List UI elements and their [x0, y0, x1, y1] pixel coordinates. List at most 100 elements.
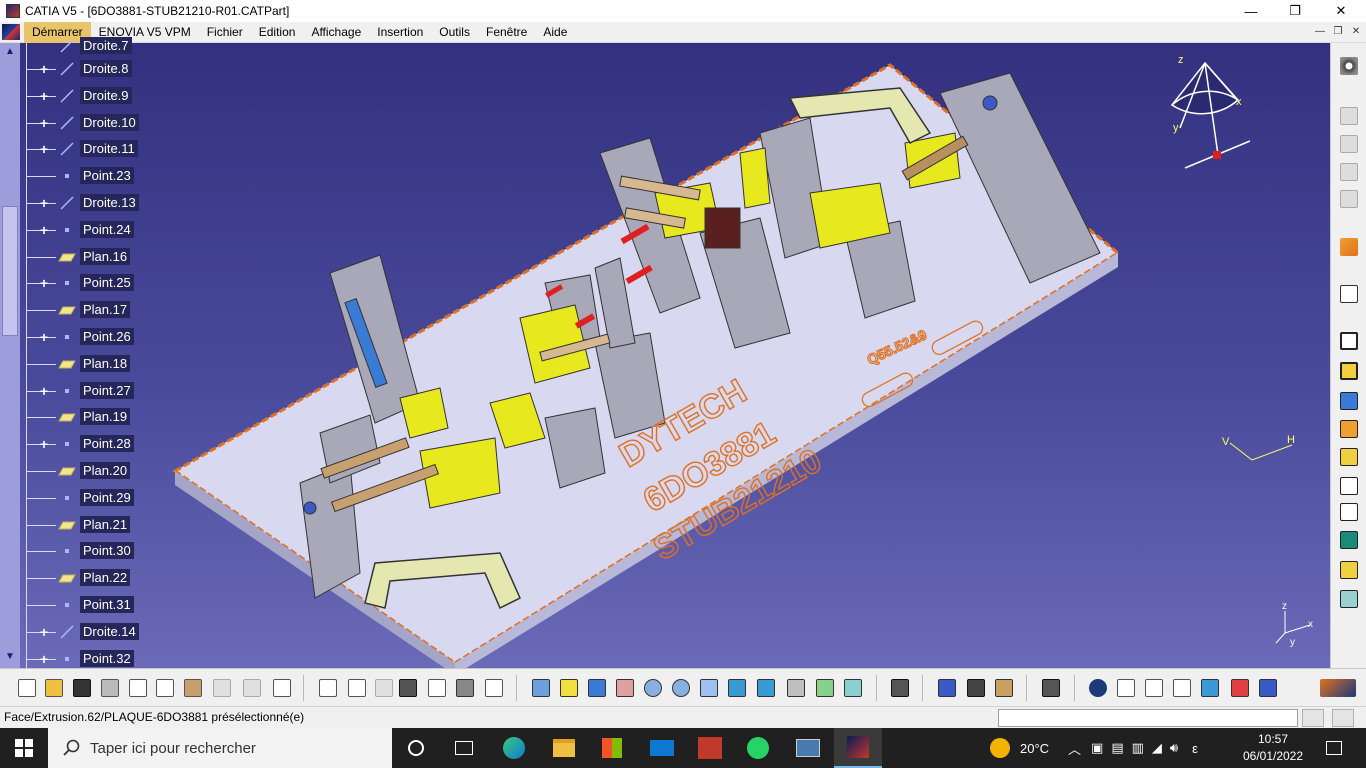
boolean-icon[interactable] [1337, 588, 1361, 610]
view-icon[interactable] [1337, 161, 1361, 183]
task-view-icon[interactable] [440, 728, 488, 768]
tray-app-icon[interactable]: ▤ [1111, 740, 1123, 756]
volume-icon[interactable]: 🔊︎ [1170, 740, 1178, 756]
zoom-out-icon[interactable] [669, 677, 693, 699]
menu-edition[interactable]: Edition [251, 22, 304, 43]
open-folder-icon[interactable] [42, 677, 66, 699]
scroll-down-arrow-icon[interactable]: ▼ [3, 651, 17, 663]
lock-icon[interactable] [453, 677, 477, 699]
scroll-up-arrow-icon[interactable]: ▲ [3, 46, 17, 58]
measure-item-icon[interactable] [964, 677, 988, 699]
hand-icon[interactable] [1114, 677, 1138, 699]
paste-icon[interactable] [181, 677, 205, 699]
shell-icon[interactable] [1337, 529, 1361, 551]
power-input-button[interactable] [1332, 709, 1354, 727]
menu-affichage[interactable]: Affichage [303, 22, 369, 43]
zoom-in-icon[interactable] [641, 677, 665, 699]
stop-command-button[interactable] [1302, 709, 1324, 727]
select-arrow-icon[interactable] [1337, 236, 1361, 258]
table-icon[interactable] [396, 677, 420, 699]
pocket-icon[interactable] [1337, 360, 1361, 382]
catia-taskbar-icon[interactable] [834, 728, 882, 768]
update-icon[interactable] [888, 677, 912, 699]
help-icon[interactable] [270, 677, 294, 699]
expand-plus-icon[interactable]: + [38, 437, 50, 451]
hole-icon[interactable] [1337, 418, 1361, 440]
menu-aide[interactable]: Aide [535, 22, 575, 43]
menu-fenetre[interactable]: Fenêtre [478, 22, 535, 43]
expand-plus-icon[interactable]: + [38, 89, 50, 103]
capture-icon[interactable] [1039, 677, 1063, 699]
formula-icon[interactable] [316, 677, 340, 699]
tree-scrollbar[interactable]: ▲ ▼ [0, 43, 20, 668]
expand-plus-icon[interactable]: + [38, 142, 50, 156]
expand-plus-icon[interactable]: + [38, 223, 50, 237]
gear-icon[interactable] [1337, 55, 1361, 77]
minimize-button[interactable]: — [1228, 0, 1274, 22]
tree-icon[interactable] [425, 677, 449, 699]
expand-plus-icon[interactable]: + [38, 62, 50, 76]
solidworks-icon[interactable] [686, 728, 734, 768]
clock[interactable]: 10:57 06/01/2022 [1242, 731, 1304, 765]
taskbar-search[interactable]: Taper ici pour rechercher [48, 728, 392, 768]
new-file-icon[interactable] [15, 677, 39, 699]
windows-start-button[interactable] [0, 728, 48, 768]
undo-icon[interactable] [210, 677, 234, 699]
redo-icon[interactable] [240, 677, 264, 699]
shading-icon[interactable] [784, 677, 808, 699]
shaft-icon[interactable] [1337, 390, 1361, 412]
wifi-icon[interactable]: ◢ [1152, 740, 1162, 756]
expand-plus-icon[interactable]: + [38, 384, 50, 398]
expand-plus-icon[interactable]: + [38, 116, 50, 130]
expand-plus-icon[interactable]: + [38, 625, 50, 639]
catalog-icon[interactable] [1337, 188, 1361, 210]
swap-space-icon[interactable] [841, 677, 865, 699]
print-icon[interactable] [98, 677, 122, 699]
weather-widget[interactable]: 20°C [990, 728, 1049, 768]
remote-desktop-icon[interactable] [784, 728, 832, 768]
chamfer-icon[interactable] [1337, 475, 1361, 497]
cut-icon[interactable] [126, 677, 150, 699]
close-button[interactable]: ✕ [1318, 0, 1364, 22]
fit-all-icon[interactable] [557, 677, 581, 699]
tray-app-icon[interactable]: ▣ [1091, 740, 1103, 756]
catia-logo-icon[interactable] [2, 24, 20, 40]
store-icon[interactable] [588, 728, 636, 768]
pad-icon[interactable] [1337, 330, 1361, 352]
measure-inertia-icon[interactable] [992, 677, 1016, 699]
menu-fichier[interactable]: Fichier [199, 22, 251, 43]
command-input[interactable] [998, 709, 1298, 727]
language-indicator[interactable]: ε [1192, 741, 1198, 756]
menu-outils[interactable]: Outils [431, 22, 478, 43]
scroll-thumb[interactable] [2, 206, 18, 336]
thickness-icon[interactable] [1337, 559, 1361, 581]
tray-app-icon[interactable]: ▥ [1132, 740, 1144, 756]
expand-plus-icon[interactable]: + [38, 652, 50, 666]
grid-icon[interactable] [1170, 677, 1194, 699]
doc-close-button[interactable]: ✕ [1348, 25, 1364, 39]
measure-between-icon[interactable] [935, 677, 959, 699]
edge-icon[interactable] [490, 728, 538, 768]
maximize-button[interactable]: ❐ [1272, 0, 1318, 22]
measure-icon[interactable] [1337, 105, 1361, 127]
copy-icon[interactable] [153, 677, 177, 699]
comment-icon[interactable] [345, 677, 369, 699]
compass-icon[interactable] [1198, 677, 1222, 699]
expand-plus-icon[interactable]: + [38, 330, 50, 344]
cortana-icon[interactable] [392, 728, 440, 768]
fly-icon[interactable] [529, 677, 553, 699]
save-icon[interactable] [70, 677, 94, 699]
iso-view-icon[interactable] [754, 677, 778, 699]
normal-view-icon[interactable] [697, 677, 721, 699]
expand-plus-icon[interactable]: + [38, 196, 50, 210]
link-icon[interactable] [372, 677, 396, 699]
hide-show-icon[interactable] [813, 677, 837, 699]
pan-icon[interactable] [585, 677, 609, 699]
fillet-icon[interactable] [1337, 446, 1361, 468]
scan-icon[interactable] [482, 677, 506, 699]
draft-icon[interactable] [1337, 501, 1361, 523]
doc-restore-button[interactable]: ❐ [1330, 25, 1346, 39]
list-icon[interactable] [1256, 677, 1280, 699]
rotate-icon[interactable] [613, 677, 637, 699]
multi-view-icon[interactable] [725, 677, 749, 699]
